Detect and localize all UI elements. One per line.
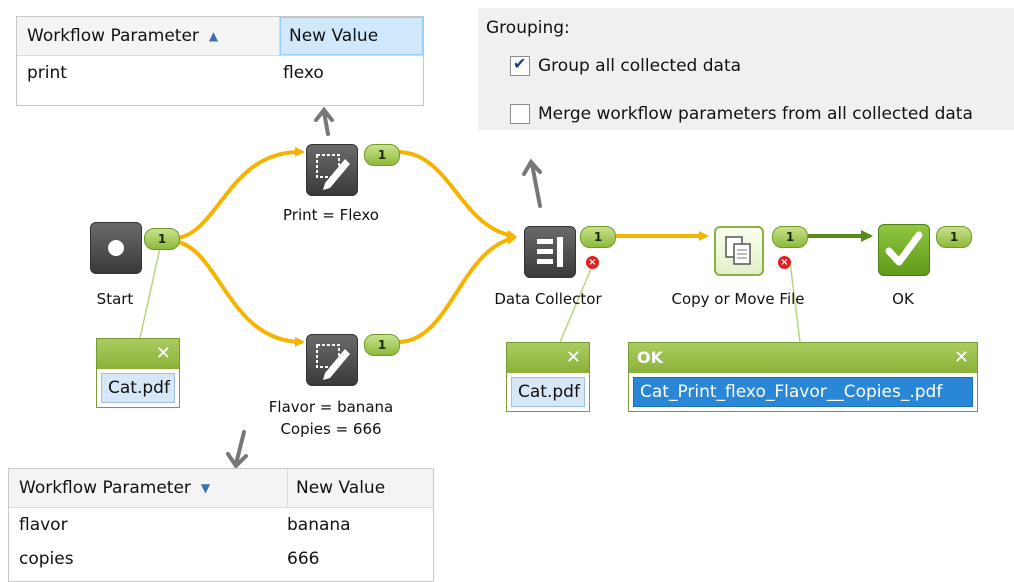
table-row[interactable]: flavor banana — [9, 508, 433, 542]
column-header-new-value[interactable]: New Value — [280, 17, 423, 55]
value-cell: flexo — [283, 63, 324, 83]
job-file-name[interactable]: Cat.pdf — [511, 377, 585, 407]
error-icon[interactable]: × — [778, 256, 791, 269]
table-header: Workflow Parameter ▼ New Value — [9, 469, 433, 508]
node-label: OK — [892, 290, 914, 308]
value-cell: 666 — [287, 549, 320, 569]
node-label: Print = Flexo — [283, 206, 379, 224]
close-icon[interactable]: ✕ — [566, 347, 581, 368]
job-count-badge[interactable]: 1 — [772, 226, 808, 248]
table-row[interactable]: copies 666 — [9, 542, 433, 576]
collector-job-card[interactable]: ✕ Cat.pdf — [506, 342, 590, 412]
ok-job-card[interactable]: OK ✕ Cat_Print_flexo_Flavor__Copies_.pdf — [628, 342, 978, 412]
close-icon[interactable]: ✕ — [156, 343, 171, 364]
edit-parameters-icon[interactable] — [306, 144, 358, 196]
grouping-panel: Grouping: Group all collected data Merge… — [478, 8, 1014, 130]
option-label: Merge workflow parameters from all colle… — [538, 104, 973, 124]
copy-files-icon[interactable] — [714, 226, 764, 276]
column-header-label: Workflow Parameter — [27, 26, 199, 46]
bottom-parameter-table: Workflow Parameter ▼ New Value flavor ba… — [8, 468, 434, 582]
merge-params-checkbox[interactable] — [510, 104, 530, 124]
node-label-line1: Flavor = banana — [268, 398, 394, 416]
parameter-cell: copies — [19, 549, 74, 569]
yellow-flows — [177, 146, 709, 347]
sort-descending-icon: ▼ — [200, 481, 211, 495]
card-title: OK — [637, 348, 663, 367]
error-icon[interactable]: × — [586, 256, 599, 269]
job-count-badge[interactable]: 1 — [144, 228, 180, 250]
job-file-name[interactable]: Cat.pdf — [101, 373, 175, 403]
parameter-cell: flavor — [19, 515, 68, 535]
node-label-line2: Copies = 666 — [280, 420, 382, 438]
group-all-checkbox[interactable] — [510, 54, 530, 76]
checkmark-icon[interactable] — [878, 224, 930, 276]
job-count-badge[interactable]: 1 — [364, 334, 400, 356]
start-job-card[interactable]: ✕ Cat.pdf — [96, 338, 180, 408]
merge-params-option[interactable]: Merge workflow parameters from all colle… — [510, 104, 973, 124]
column-header-parameter[interactable]: Workflow Parameter ▲ — [17, 17, 280, 55]
start-icon[interactable] — [90, 222, 142, 274]
sort-ascending-icon: ▲ — [208, 29, 219, 43]
column-header-new-value[interactable]: New Value — [288, 469, 433, 507]
flow-print-collector — [397, 150, 517, 240]
node-label: Start — [96, 290, 134, 308]
value-cell: banana — [287, 515, 351, 535]
job-count-badge[interactable]: 1 — [364, 144, 400, 166]
flow-start-flavor — [177, 240, 305, 347]
column-header-label: New Value — [296, 478, 386, 498]
pointer-up-print — [322, 110, 330, 136]
close-icon[interactable]: ✕ — [954, 347, 969, 368]
column-header-label: New Value — [289, 26, 379, 46]
job-count-badge[interactable]: 1 — [580, 226, 616, 248]
top-parameter-table: Workflow Parameter ▲ New Value print fle… — [16, 16, 424, 106]
column-header-parameter[interactable]: Workflow Parameter ▼ — [9, 469, 288, 507]
data-collector-icon[interactable] — [524, 226, 576, 278]
parameter-cell: print — [27, 63, 67, 83]
pointer-up-collector — [530, 162, 542, 208]
job-file-name[interactable]: Cat_Print_flexo_Flavor__Copies_.pdf — [633, 377, 973, 407]
edit-parameters-icon[interactable] — [306, 334, 358, 386]
pointer-down-flavor — [234, 430, 246, 466]
table-row[interactable]: print flexo — [17, 56, 423, 90]
flow-start-print — [177, 146, 305, 240]
group-all-option[interactable]: Group all collected data — [510, 54, 742, 76]
column-header-label: Workflow Parameter — [19, 478, 191, 498]
grouping-title: Grouping: — [486, 18, 570, 38]
node-label: Copy or Move File — [671, 290, 805, 308]
option-label: Group all collected data — [538, 56, 742, 76]
node-label: Data Collector — [494, 290, 602, 308]
job-count-badge[interactable]: 1 — [936, 226, 972, 248]
table-header: Workflow Parameter ▲ New Value — [17, 17, 423, 56]
